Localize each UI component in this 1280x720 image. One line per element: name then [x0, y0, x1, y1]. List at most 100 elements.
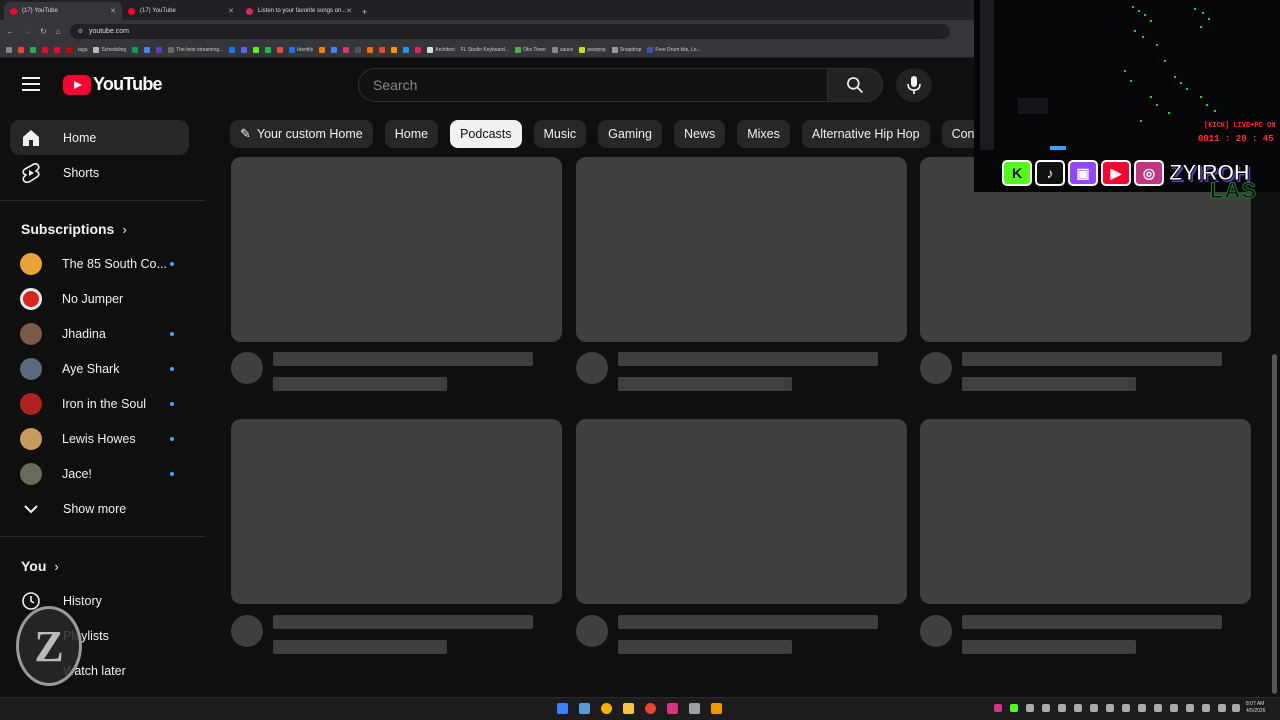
chip-gaming[interactable]: Gaming [598, 120, 662, 148]
settings-icon[interactable] [689, 703, 700, 714]
sidebar-item-subscription[interactable]: Jace! [10, 456, 189, 491]
chip-podcasts[interactable]: Podcasts [450, 120, 522, 148]
bookmark-link[interactable]: Obs Timer [514, 46, 546, 53]
bookmark-icon[interactable] [403, 46, 410, 53]
chip-mixes[interactable]: Mixes [737, 120, 790, 148]
bookmark-link[interactable]: Identify [289, 46, 313, 53]
wifi-icon[interactable] [1186, 704, 1194, 712]
bookmark-icon[interactable] [277, 46, 284, 53]
bookmark-icon[interactable] [144, 46, 151, 53]
bookmark-link[interactable]: sauce [552, 46, 573, 53]
sidebar-item-subscription[interactable]: Aye Shark [10, 351, 189, 386]
chrome-icon[interactable] [645, 703, 656, 714]
tray-icon[interactable] [1122, 704, 1130, 712]
tray-icon[interactable] [1106, 704, 1114, 712]
bookmark-icon[interactable] [241, 46, 248, 53]
bookmark-icon[interactable] [132, 46, 139, 53]
app-icon[interactable] [667, 703, 678, 714]
video-thumbnail-placeholder[interactable] [576, 157, 907, 342]
show-more-button[interactable]: Show more [10, 491, 189, 526]
bookmark-icon[interactable] [229, 46, 236, 53]
app-icon[interactable] [711, 703, 722, 714]
bookmark-icon[interactable] [331, 46, 338, 53]
bookmark-link[interactable]: Snapdrop [611, 46, 641, 53]
back-icon[interactable]: ← [6, 27, 14, 36]
bookmark-icon[interactable] [18, 46, 24, 53]
chip-music[interactable]: Music [533, 120, 587, 148]
video-thumbnail-placeholder[interactable] [920, 419, 1251, 604]
new-tab-button[interactable]: + [362, 7, 367, 20]
bookmark-icon[interactable] [379, 46, 386, 53]
menu-icon[interactable] [22, 77, 40, 91]
bookmark-apps-icon[interactable] [6, 46, 12, 53]
notification-icon[interactable] [1232, 704, 1240, 712]
bookmark-icon[interactable] [253, 46, 260, 53]
bookmark-icon[interactable] [415, 46, 422, 53]
task-view-icon[interactable] [579, 703, 590, 714]
reload-icon[interactable]: ↻ [40, 27, 47, 36]
close-tab-icon[interactable]: ✕ [346, 7, 352, 15]
bookmark-icon[interactable] [367, 46, 374, 53]
bookmark-link[interactable]: Scheduling [93, 46, 126, 53]
chrome-icon[interactable] [601, 703, 612, 714]
chip-cons[interactable]: Cons [941, 120, 974, 148]
taskbar-clock[interactable]: 8:07 AM 4/5/2026 [1246, 701, 1265, 715]
chip-your-custom-home[interactable]: ✎ Your custom Home [230, 120, 373, 148]
sidebar-item-subscription[interactable]: No Jumper [10, 281, 189, 316]
sidebar-item-subscription[interactable]: The 85 South Co... [10, 246, 189, 281]
video-thumbnail-placeholder[interactable] [576, 419, 907, 604]
tray-icon[interactable] [1074, 704, 1082, 712]
sidebar-item-subscription[interactable]: Jhadina [10, 316, 189, 351]
bookmark-icon[interactable] [54, 46, 60, 53]
sidebar-item-shorts[interactable]: Shorts [10, 155, 189, 190]
home-icon[interactable]: ⌂ [56, 27, 61, 36]
close-tab-icon[interactable]: ✕ [228, 7, 234, 15]
search-input[interactable] [373, 77, 827, 93]
bookmark-icon[interactable] [42, 46, 48, 53]
tray-icon[interactable] [1154, 704, 1162, 712]
start-icon[interactable] [557, 703, 568, 714]
forward-icon[interactable]: → [23, 27, 31, 36]
tray-icon[interactable] [1042, 704, 1050, 712]
bookmark-icon[interactable] [355, 46, 362, 53]
bookmark-link[interactable]: tags [78, 47, 87, 53]
subscriptions-heading[interactable]: Subscriptions › [21, 221, 127, 237]
browser-tab[interactable]: (17) YouTube ✕ [122, 2, 240, 20]
tray-icon[interactable] [1010, 704, 1018, 712]
you-heading[interactable]: You › [21, 558, 59, 574]
bookmark-link[interactable]: The best streaming... [168, 46, 223, 53]
site-info-icon[interactable]: ⚙ [78, 28, 83, 35]
chip-home[interactable]: Home [384, 120, 439, 148]
tray-icon[interactable] [1138, 704, 1146, 712]
battery-icon[interactable] [1218, 704, 1226, 712]
chip-alternative-hip-hop[interactable]: Alternative Hip Hop [801, 120, 930, 148]
search-button[interactable] [827, 68, 883, 102]
bookmark-icon[interactable] [30, 46, 36, 53]
file-explorer-icon[interactable] [623, 703, 634, 714]
url-bar[interactable]: ⚙ youtube.com [69, 23, 950, 39]
bookmark-link[interactable]: Architect [427, 46, 455, 53]
voice-search-button[interactable] [896, 68, 932, 102]
video-thumbnail-placeholder[interactable] [231, 157, 562, 342]
network-icon[interactable] [1170, 704, 1178, 712]
sidebar-item-subscription[interactable]: Iron in the Soul [10, 386, 189, 421]
video-thumbnail-placeholder[interactable] [231, 419, 562, 604]
browser-tab[interactable]: (17) YouTube ✕ [4, 2, 122, 20]
tray-icon[interactable] [1058, 704, 1066, 712]
chip-news[interactable]: News [673, 120, 726, 148]
page-scrollbar[interactable] [1272, 354, 1277, 694]
youtube-logo[interactable]: YouTube [63, 74, 163, 95]
tray-icon[interactable] [994, 704, 1002, 712]
bookmark-icon[interactable] [265, 46, 272, 53]
browser-tab[interactable]: Listen to your favorite songs on... ✕ [240, 2, 358, 20]
close-tab-icon[interactable]: ✕ [110, 7, 116, 15]
sidebar-item-home[interactable]: Home [10, 120, 189, 155]
bookmark-link[interactable]: pearpop [579, 46, 606, 53]
bookmark-icon[interactable] [391, 46, 398, 53]
bookmark-icon[interactable] [319, 46, 326, 53]
bookmark-icon[interactable] [156, 46, 163, 53]
bookmark-icon[interactable] [343, 46, 350, 53]
bookmark-icon[interactable] [66, 46, 72, 53]
tray-icon[interactable] [1026, 704, 1034, 712]
bookmark-link[interactable]: FL Studio Keyboard... [461, 47, 509, 53]
